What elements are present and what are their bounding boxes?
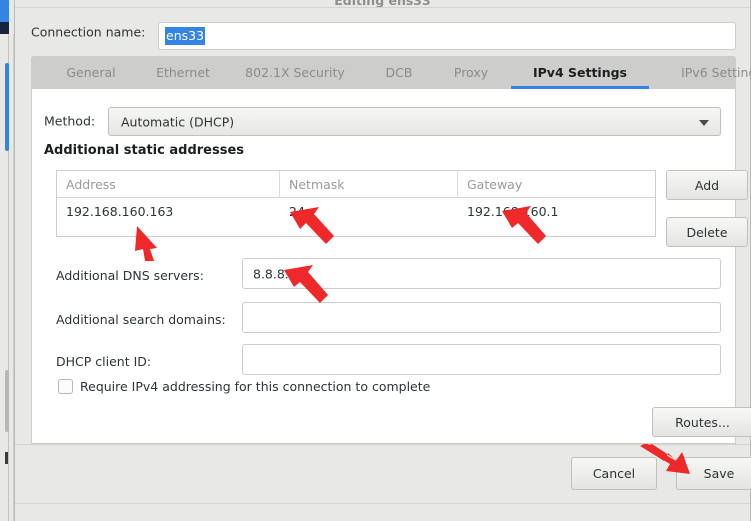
require-ipv4-checkbox[interactable]: [58, 379, 73, 394]
dns-servers-label: Additional DNS servers:: [56, 268, 204, 283]
background-window-marker: [5, 452, 8, 464]
tab-8021x-security[interactable]: 802.1X Security: [229, 56, 361, 89]
column-header-gateway[interactable]: Gateway: [458, 171, 655, 198]
connection-name-label: Connection name:: [31, 24, 146, 40]
method-dropdown[interactable]: Automatic (DHCP): [108, 107, 721, 136]
method-label: Method:: [44, 113, 96, 129]
search-domains-label: Additional search domains:: [56, 312, 226, 327]
tab-general[interactable]: General: [49, 56, 133, 89]
column-header-address[interactable]: Address: [57, 171, 279, 198]
table-header-row: Address Netmask Gateway: [57, 171, 655, 198]
dialog-bottom-strip: [15, 504, 750, 521]
cancel-button[interactable]: Cancel: [571, 457, 657, 490]
dns-servers-input[interactable]: 8.8.8.8: [242, 258, 721, 289]
connection-name-value: ens33: [165, 27, 206, 45]
dhcp-client-id-input[interactable]: [242, 344, 721, 375]
require-ipv4-label: Require IPv4 addressing for this connect…: [80, 379, 431, 394]
static-addresses-title: Additional static addresses: [44, 143, 245, 158]
tab-dcb[interactable]: DCB: [369, 56, 429, 89]
connection-name-row: Connection name: ens33: [15, 8, 750, 54]
dialog-titlebar: Editing ens33: [15, 0, 750, 7]
action-bar-divider-top: [15, 444, 750, 445]
background-scrollbar-thumb-gray[interactable]: [5, 370, 9, 432]
dialog-action-bar: Cancel Save: [15, 444, 751, 504]
dns-servers-value: 8.8.8.8: [253, 266, 297, 281]
cell-address[interactable]: 192.168.160.163: [57, 198, 279, 226]
cell-gateway[interactable]: 192.168.160.1: [458, 198, 655, 226]
tab-ipv6-settings[interactable]: IPv6 Settings: [653, 56, 751, 89]
search-domains-input[interactable]: [242, 302, 721, 333]
add-button[interactable]: Add: [666, 170, 748, 200]
static-addresses-table: Address Netmask Gateway 192.168.160.163 …: [56, 170, 656, 237]
editing-connection-dialog: Editing ens33 Connection name: ens33 Gen…: [14, 0, 751, 521]
chevron-down-icon: [699, 119, 709, 126]
connection-name-input[interactable]: ens33: [158, 22, 736, 50]
background-window-header: [0, 22, 9, 34]
tab-proxy[interactable]: Proxy: [435, 56, 507, 89]
settings-tabbar: General Ethernet 802.1X Security DCB Pro…: [31, 56, 751, 89]
save-button[interactable]: Save: [676, 457, 751, 490]
delete-button[interactable]: Delete: [666, 217, 748, 247]
column-header-netmask[interactable]: Netmask: [280, 171, 457, 198]
dhcp-client-id-label: DHCP client ID:: [56, 354, 152, 369]
screenshot-root: Editing ens33 Connection name: ens33 Gen…: [0, 0, 751, 521]
background-window-titlebar: [0, 0, 9, 22]
table-row[interactable]: 192.168.160.163 24 192.168.160.1: [57, 198, 655, 236]
routes-button[interactable]: Routes...: [652, 407, 751, 437]
tab-ethernet[interactable]: Ethernet: [137, 56, 229, 89]
method-value: Automatic (DHCP): [121, 114, 235, 129]
dialog-title: Editing ens33: [334, 0, 430, 7]
cell-netmask[interactable]: 24: [280, 198, 457, 226]
ipv4-settings-panel: Method: Automatic (DHCP) Additional stat…: [31, 89, 751, 444]
tab-ipv4-settings[interactable]: IPv4 Settings: [511, 56, 649, 89]
background-scrollbar-thumb-blue[interactable]: [5, 63, 9, 151]
